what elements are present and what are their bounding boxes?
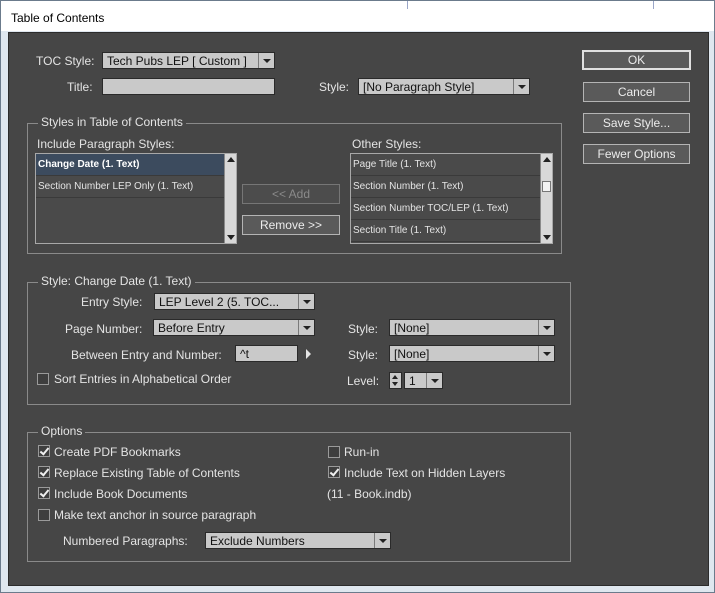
scroll-down-icon — [543, 235, 551, 240]
create-pdf-bookmarks-label: Create PDF Bookmarks — [54, 445, 181, 459]
entry-style-label: Entry Style: — [81, 295, 143, 309]
toc-style-value: Tech Pubs LEP [ Custom ] — [107, 54, 247, 68]
hidden-layers-checkbox[interactable] — [328, 466, 340, 478]
title-style-value: [No Paragraph Style] — [363, 80, 475, 94]
page-number-style-label: Style: — [348, 322, 379, 336]
book-name-text: (11 - Book.indb) — [327, 487, 412, 501]
page-number-value: Before Entry — [158, 321, 225, 335]
page-number-dropdown[interactable]: Before Entry — [153, 319, 315, 336]
hidden-layers-label: Include Text on Hidden Layers — [344, 466, 506, 480]
run-in-label: Run-in — [344, 445, 380, 459]
save-style-button[interactable]: Save Style... — [583, 113, 690, 133]
chevron-down-icon — [374, 533, 390, 548]
create-pdf-bookmarks-checkbox[interactable] — [38, 445, 50, 457]
remove-button[interactable]: Remove >> — [242, 215, 340, 235]
chevron-down-icon — [298, 320, 314, 335]
options-group-title: Options — [38, 424, 86, 438]
title-bar-divider — [407, 1, 408, 9]
add-button[interactable]: << Add — [242, 184, 340, 204]
page-number-style-dropdown[interactable]: [None] — [389, 319, 555, 336]
title-bar: Table of Contents — [1, 1, 714, 31]
chevron-down-icon — [258, 53, 274, 68]
between-entry-value: ^t — [240, 347, 249, 361]
list-item[interactable]: Section Number TOC/LEP (1. Text) — [351, 198, 541, 220]
other-styles-list[interactable]: Page Title (1. Text) Section Number (1. … — [350, 153, 553, 244]
title-input[interactable] — [102, 78, 275, 95]
scroll-up-icon — [543, 157, 551, 162]
list-item[interactable]: Page Title (1. Text) — [351, 154, 541, 176]
between-entry-input[interactable]: ^t — [235, 345, 298, 362]
entry-style-group-title: Style: Change Date (1. Text) — [38, 274, 195, 288]
text-anchor-checkbox[interactable] — [38, 509, 50, 521]
stepper-down-icon — [392, 382, 398, 386]
replace-toc-checkbox[interactable] — [38, 466, 50, 478]
level-dropdown[interactable]: 1 — [404, 372, 443, 389]
between-style-dropdown[interactable]: [None] — [389, 345, 555, 362]
run-in-checkbox[interactable] — [328, 446, 340, 458]
chevron-down-icon — [426, 373, 442, 388]
replace-toc-label: Replace Existing Table of Contents — [54, 466, 240, 480]
level-stepper[interactable] — [389, 372, 402, 389]
text-anchor-label: Make text anchor in source paragraph — [54, 508, 257, 522]
fewer-options-button[interactable]: Fewer Options — [583, 144, 690, 164]
entry-style-value: LEP Level 2 (5. TOC... — [159, 295, 280, 309]
stepper-up-icon — [392, 375, 398, 379]
cancel-button[interactable]: Cancel — [583, 82, 690, 102]
sort-alphabetical-label: Sort Entries in Alphabetical Order — [54, 372, 232, 386]
numbered-paragraphs-dropdown[interactable]: Exclude Numbers — [205, 532, 391, 549]
title-bar-divider — [653, 1, 654, 9]
special-characters-menu-icon[interactable] — [306, 349, 311, 359]
list-item[interactable]: Change Date (1. Text) — [36, 154, 225, 176]
other-styles-scrollbar[interactable] — [540, 154, 552, 243]
numbered-paragraphs-value: Exclude Numbers — [210, 534, 305, 548]
include-book-documents-label: Include Book Documents — [54, 487, 188, 501]
list-item[interactable]: Section Number (1. Text) — [351, 176, 541, 198]
list-item[interactable]: Section Number LEP Only (1. Text) — [36, 176, 225, 198]
page-number-label: Page Number: — [65, 322, 143, 336]
list-item[interactable]: Section Title (1. Text) — [351, 220, 541, 242]
level-label: Level: — [347, 374, 380, 388]
scrollbar-thumb[interactable] — [542, 181, 551, 192]
toc-style-dropdown[interactable]: Tech Pubs LEP [ Custom ] — [102, 52, 275, 69]
numbered-paragraphs-label: Numbered Paragraphs: — [63, 534, 188, 548]
window-title: Table of Contents — [11, 11, 105, 25]
sort-alphabetical-checkbox[interactable] — [37, 373, 49, 385]
chevron-down-icon — [513, 79, 529, 94]
title-style-dropdown[interactable]: [No Paragraph Style] — [358, 78, 530, 95]
chevron-down-icon — [298, 294, 314, 309]
entry-style-dropdown[interactable]: LEP Level 2 (5. TOC... — [154, 293, 315, 310]
page-number-style-value: [None] — [394, 321, 430, 335]
toc-window: Table of Contents TOC Style: Tech Pubs L… — [0, 0, 715, 593]
scroll-down-icon — [227, 235, 235, 240]
include-styles-scrollbar[interactable] — [224, 154, 236, 243]
chevron-down-icon — [538, 320, 554, 335]
chevron-down-icon — [538, 346, 554, 361]
ok-button[interactable]: OK — [582, 50, 691, 70]
toc-style-label: TOC Style: — [36, 54, 95, 68]
scroll-up-icon — [227, 157, 235, 162]
between-style-value: [None] — [394, 347, 430, 361]
between-entry-label: Between Entry and Number: — [71, 348, 222, 362]
styles-group-title: Styles in Table of Contents — [38, 115, 186, 129]
other-styles-label: Other Styles: — [352, 137, 422, 151]
title-label: Title: — [67, 80, 93, 94]
include-styles-label: Include Paragraph Styles: — [37, 137, 175, 151]
include-styles-list[interactable]: Change Date (1. Text) Section Number LEP… — [35, 153, 237, 244]
between-style-label: Style: — [348, 348, 379, 362]
dialog-body: TOC Style: Tech Pubs LEP [ Custom ] Titl… — [8, 32, 709, 586]
include-book-documents-checkbox[interactable] — [38, 487, 50, 499]
title-style-label: Style: — [319, 80, 350, 94]
level-value: 1 — [409, 374, 416, 388]
